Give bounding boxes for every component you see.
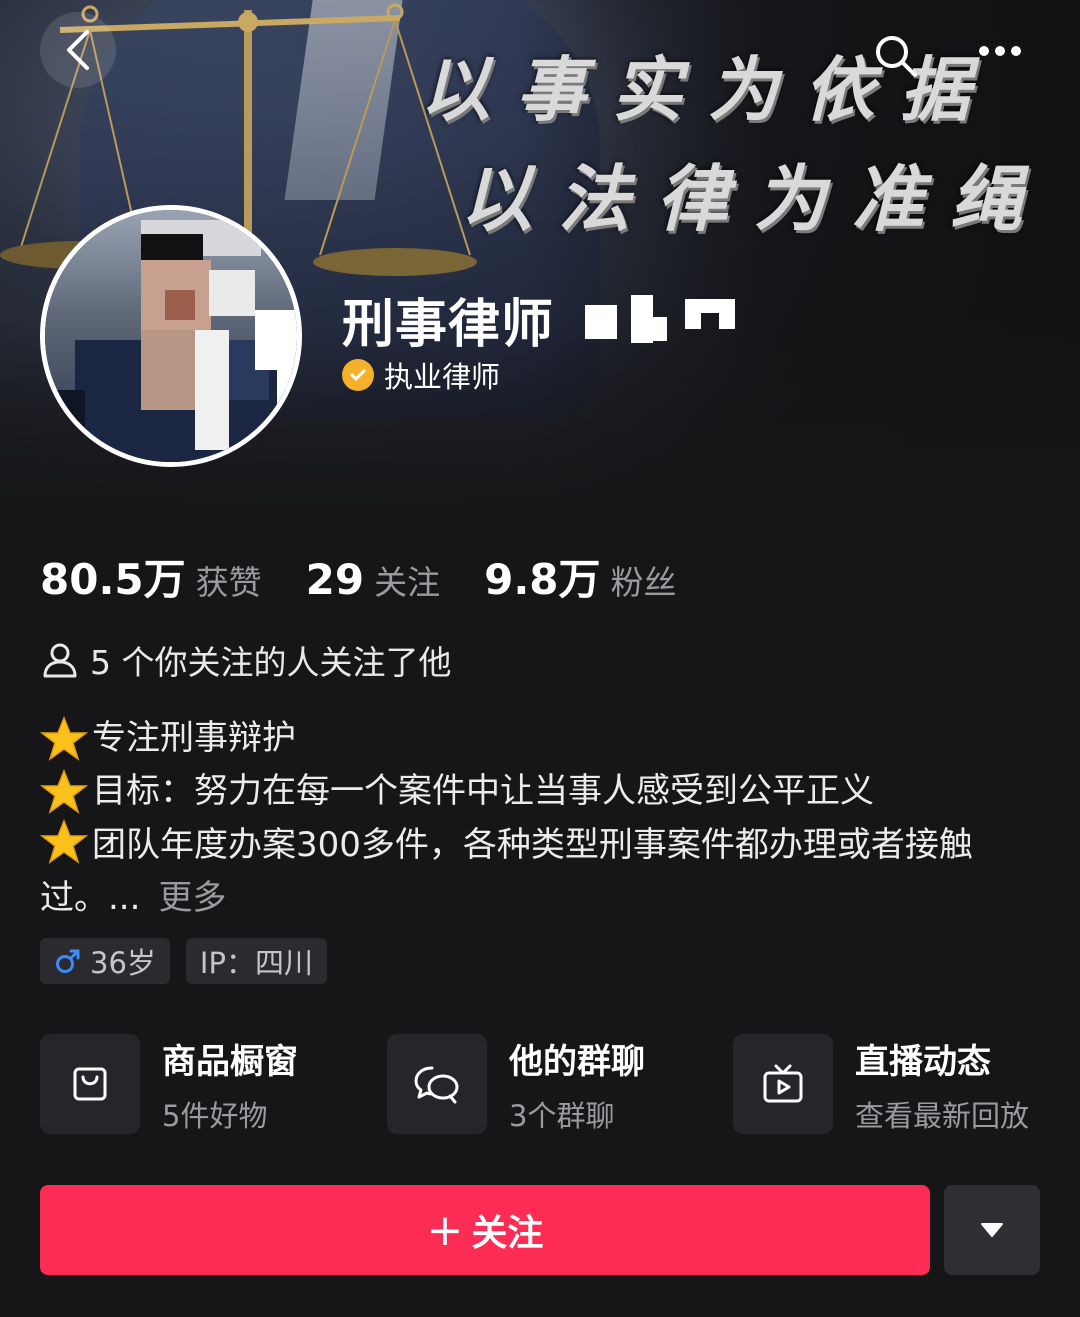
stat-followers[interactable]: 9.8万 粉丝 xyxy=(484,546,676,607)
profile-bio: 专注刑事辩护 目标：努力在每一个案件中让当事人感受到公平正义 团队年度办案300… xyxy=(40,712,1040,925)
mutual-followers[interactable]: 5 个你关注的人关注了他 xyxy=(40,636,452,684)
feature-title: 他的群聊 xyxy=(509,1041,645,1082)
stat-likes-value: 80.5万 xyxy=(40,555,186,604)
person-icon xyxy=(43,643,77,678)
stat-following-value: 29 xyxy=(305,555,365,604)
star-emoji-icon xyxy=(40,818,88,864)
search-icon xyxy=(876,36,917,77)
feature-title: 直播动态 xyxy=(855,1041,991,1082)
age-tag: 36岁 xyxy=(40,938,170,984)
feature-subtitle: 3个群聊 xyxy=(509,1098,615,1133)
tv-icon xyxy=(763,1064,803,1103)
verification-badge: 执业律师 xyxy=(342,354,500,396)
feature-entries: 商品橱窗 5件好物 他的群聊 3个群聊 直播动态 查看最新回放 xyxy=(40,1033,1040,1135)
bio-line: 目标：努力在每一个案件中让当事人感受到公平正义 xyxy=(40,765,1040,818)
stat-likes-label: 获赞 xyxy=(195,563,262,602)
plus-icon: + xyxy=(426,1204,464,1256)
feature-icon-box xyxy=(733,1034,833,1134)
stat-following[interactable]: 29 关注 xyxy=(306,555,440,604)
search-button[interactable] xyxy=(866,26,926,86)
feature-shop-window[interactable]: 商品橱窗 5件好物 xyxy=(40,1033,298,1135)
bio-more-link[interactable]: 更多 xyxy=(158,878,226,918)
recommend-dropdown-button[interactable] xyxy=(944,1185,1040,1275)
more-dots-icon xyxy=(979,46,1021,56)
age-text: 36岁 xyxy=(90,946,156,980)
profile-name: 刑事律师 xyxy=(342,295,555,355)
stat-followers-label: 粉丝 xyxy=(610,563,677,602)
star-emoji-icon xyxy=(40,715,88,761)
bio-line: 团队年度办案300多件，各种类型刑事案件都办理或者接触过。... 更多 xyxy=(40,818,1040,925)
back-button[interactable] xyxy=(40,12,116,88)
verified-check-icon xyxy=(342,359,374,391)
shopping-bag-icon xyxy=(73,1067,107,1101)
feature-subtitle: 5件好物 xyxy=(162,1098,268,1133)
feature-icon-box xyxy=(40,1034,140,1134)
follow-button[interactable]: + 关注 xyxy=(40,1185,930,1275)
mutual-followers-text: 5 个你关注的人关注了他 xyxy=(90,643,452,682)
feature-subtitle: 查看最新回放 xyxy=(855,1098,1030,1133)
feature-title: 商品橱窗 xyxy=(162,1041,298,1082)
follow-label: 关注 xyxy=(471,1213,544,1254)
male-icon xyxy=(56,949,80,973)
bio-line: 专注刑事辩护 xyxy=(40,712,1040,765)
feature-icon-box xyxy=(387,1034,487,1134)
stat-following-label: 关注 xyxy=(374,563,441,602)
bio-line1: 专注刑事辩护 xyxy=(92,718,296,758)
chat-bubbles-icon xyxy=(414,1066,459,1104)
profile-tags: 36岁 IP：四川 xyxy=(40,938,327,984)
avatar[interactable] xyxy=(40,205,302,467)
ip-text: IP：四川 xyxy=(199,946,313,980)
verification-text: 执业律师 xyxy=(384,360,501,394)
feature-group-chat[interactable]: 他的群聊 3个群聊 xyxy=(387,1033,645,1135)
more-options-button[interactable] xyxy=(970,26,1030,76)
profile-stats: 80.5万 获赞 29 关注 9.8万 粉丝 xyxy=(40,546,721,607)
feature-live-updates[interactable]: 直播动态 查看最新回放 xyxy=(733,1033,1029,1135)
chevron-left-icon xyxy=(67,30,89,70)
ip-tag: IP：四川 xyxy=(185,938,327,984)
star-emoji-icon xyxy=(40,768,88,814)
bio-line2: 目标：努力在每一个案件中让当事人感受到公平正义 xyxy=(92,771,874,811)
stat-likes[interactable]: 80.5万 获赞 xyxy=(40,546,262,607)
caret-down-icon xyxy=(981,1223,1003,1237)
stat-followers-value: 9.8万 xyxy=(484,555,601,604)
banner-slogan-line2: 以法律为准绳 xyxy=(460,156,1049,241)
